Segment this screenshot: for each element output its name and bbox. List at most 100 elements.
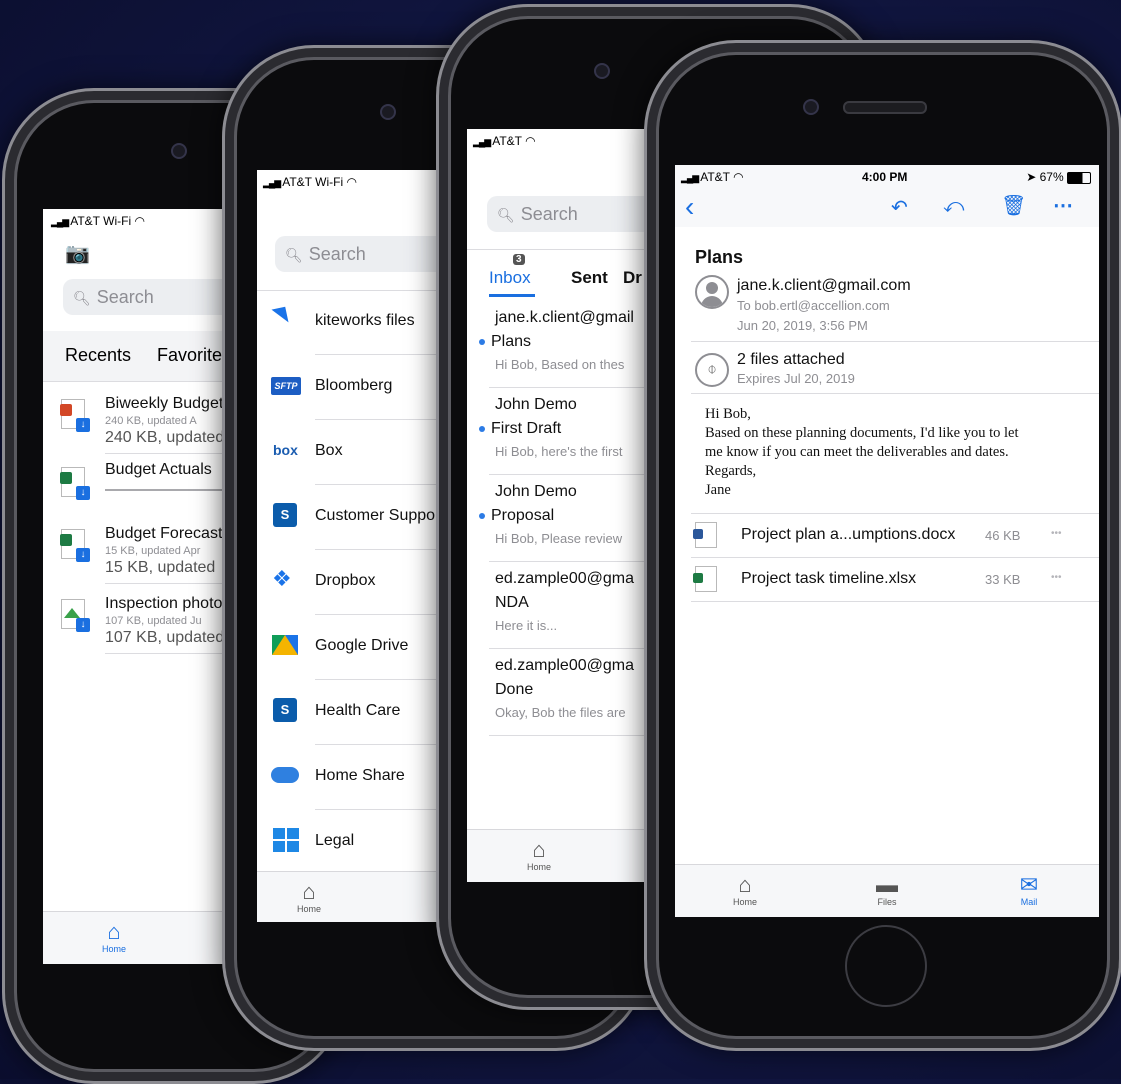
home-icon: ⌂ bbox=[532, 837, 546, 862]
dropbox-icon: ❖ bbox=[272, 566, 292, 591]
unread-dot bbox=[479, 512, 485, 519]
sharepoint-icon: S bbox=[273, 503, 297, 527]
back-chevron-icon[interactable]: ‹ bbox=[685, 191, 694, 223]
screen: ▂▄▆ AT&T Wi-Fi ◠ 🔍︎ Search kiteworks files… bbox=[257, 170, 437, 922]
expiry-date: Expires Jul 20, 2019 bbox=[737, 371, 855, 386]
search-icon: 🔍︎ bbox=[497, 207, 515, 223]
unread-dot bbox=[479, 338, 485, 345]
tab-home[interactable]: ⌂ Home bbox=[723, 872, 767, 908]
sharepoint-icon: S bbox=[273, 698, 297, 722]
tab-files[interactable]: ▬ Files bbox=[865, 872, 909, 908]
screen: ▂▄▆ AT&T ◠ 4:00 PM ➤ 67% ‹ ↶ ⤺ 🗑︎ ⋯ Plans… bbox=[675, 165, 1099, 917]
front-camera bbox=[803, 99, 819, 115]
home-icon: ⌂ bbox=[107, 919, 121, 944]
wifi-icon: ◠ bbox=[733, 170, 744, 184]
attachment-count[interactable]: 2 files attached bbox=[737, 351, 845, 369]
mail-subject: Plans bbox=[695, 247, 744, 267]
list-item[interactable]: S Customer Support bbox=[257, 485, 437, 550]
tab-home[interactable]: ⌂ Home bbox=[287, 879, 331, 915]
avatar bbox=[695, 275, 729, 309]
reply-icon[interactable]: ↶ bbox=[891, 195, 908, 220]
message-row[interactable]: jane.k.client@gmail Plans Hi Bob, Based … bbox=[467, 301, 647, 388]
recipient: To bob.ertl@accellion.com bbox=[737, 298, 890, 313]
image-file-icon: ↓ bbox=[61, 599, 90, 632]
signal-icon: ▂▄▆ bbox=[51, 217, 69, 227]
tab-recents[interactable]: Recents bbox=[65, 345, 131, 366]
attachment-row[interactable]: Project task timeline.xlsx 33 KB ••• bbox=[675, 558, 1099, 602]
more-icon[interactable]: ••• bbox=[1051, 528, 1062, 539]
location-icon: ➤ bbox=[1026, 170, 1037, 184]
list-item[interactable]: Home Share bbox=[257, 745, 437, 810]
tab-home[interactable]: ⌂ Home bbox=[93, 919, 135, 955]
wifi-icon: ◠ bbox=[346, 175, 357, 189]
kiteworks-icon bbox=[271, 306, 289, 326]
box-icon: box bbox=[273, 442, 298, 458]
front-camera bbox=[594, 63, 610, 79]
list-item[interactable]: S Health Care bbox=[257, 680, 437, 745]
trash-icon[interactable]: 🗑︎ bbox=[1001, 193, 1026, 218]
tab-drafts[interactable]: Dr bbox=[623, 268, 642, 288]
wifi-icon: ◠ bbox=[525, 134, 536, 148]
message-row[interactable]: ed.zample00@gma Done Okay, Bob the files… bbox=[467, 649, 647, 736]
list-item[interactable]: Legal bbox=[257, 810, 437, 875]
tab-home[interactable]: ⌂ Home bbox=[517, 837, 561, 873]
windows-icon bbox=[273, 828, 299, 852]
tab-favorites[interactable]: Favorites bbox=[157, 345, 231, 366]
search-input[interactable]: 🔍︎ Search bbox=[275, 236, 437, 272]
status-bar: ▂▄▆ AT&T ◠ 4:00 PM ➤ 67% bbox=[675, 165, 1099, 189]
list-item[interactable]: ❖ Dropbox bbox=[257, 550, 437, 615]
message-row[interactable]: John Demo First Draft Hi Bob, here's the… bbox=[467, 388, 647, 475]
mail-body: Hi Bob, Based on these planning document… bbox=[705, 406, 1019, 498]
excel-file-icon: ↓ bbox=[60, 529, 90, 562]
signal-icon: ▂▄▆ bbox=[473, 137, 491, 147]
folder-icon: ▬ bbox=[876, 872, 898, 897]
sender-email[interactable]: jane.k.client@gmail.com bbox=[737, 277, 911, 295]
home-icon: ⌂ bbox=[738, 872, 752, 897]
tab-bar: ⌂ Home bbox=[257, 871, 437, 922]
battery-icon bbox=[1067, 171, 1091, 184]
excel-file-icon bbox=[693, 566, 717, 592]
home-button[interactable] bbox=[845, 925, 927, 1007]
tab-mail[interactable]: ✉ Mail bbox=[1007, 872, 1051, 908]
message-row[interactable]: ed.zample00@gma NDA Here it is... bbox=[467, 562, 647, 649]
mail-tabs: Inbox 3 Sent Dr bbox=[467, 249, 647, 300]
front-camera bbox=[171, 143, 187, 159]
word-file-icon bbox=[693, 522, 717, 548]
status-bar: ▂▄▆ AT&T Wi-Fi ◠ bbox=[263, 175, 357, 189]
home-icon: ⌂ bbox=[302, 879, 316, 904]
paperclip-icon: ⌽ bbox=[695, 353, 729, 387]
signal-icon: ▂▄▆ bbox=[263, 178, 281, 188]
unread-count-badge: 3 bbox=[513, 254, 525, 265]
status-bar: ▂▄▆ AT&T ◠ bbox=[473, 134, 536, 148]
attachment-row[interactable]: Project plan a...umptions.docx 46 KB ••• bbox=[675, 514, 1099, 558]
envelope-icon: ✉ bbox=[1019, 872, 1039, 897]
list-item[interactable]: Google Drive bbox=[257, 615, 437, 680]
search-icon: 🔍︎ bbox=[73, 290, 91, 306]
screen: ▂▄▆ AT&T ◠ 🔍︎ Search Inbox 3 Sent Dr jane.… bbox=[467, 129, 647, 882]
unread-dot bbox=[479, 425, 485, 432]
active-tab-indicator bbox=[489, 294, 535, 297]
tab-sent[interactable]: Sent bbox=[571, 268, 608, 288]
list-item[interactable]: kiteworks files bbox=[257, 290, 437, 355]
tab-bar: ⌂ Home bbox=[467, 829, 647, 882]
search-input[interactable]: 🔍︎ Search bbox=[487, 196, 647, 232]
list-item[interactable]: box Box bbox=[257, 420, 437, 485]
more-icon[interactable]: ••• bbox=[1051, 572, 1062, 583]
front-camera bbox=[380, 104, 396, 120]
earpiece-speaker bbox=[843, 101, 927, 114]
sftp-icon: SFTP bbox=[271, 377, 301, 395]
message-row[interactable]: John Demo Proposal Hi Bob, Please review bbox=[467, 475, 647, 562]
cloud-icon bbox=[271, 767, 299, 783]
tab-bar: ⌂ Home ▬ Files ✉ Mail bbox=[675, 864, 1099, 917]
list-item[interactable]: SFTP Bloomberg bbox=[257, 355, 437, 420]
signal-icon: ▂▄▆ bbox=[681, 173, 699, 183]
search-icon: 🔍︎ bbox=[285, 247, 303, 263]
reply-all-icon[interactable]: ⤺ bbox=[943, 195, 964, 218]
more-icon[interactable]: ⋯ bbox=[1053, 193, 1073, 218]
excel-file-icon: ↓ bbox=[60, 467, 90, 500]
sent-date: Jun 20, 2019, 3:56 PM bbox=[737, 318, 868, 333]
google-drive-icon bbox=[272, 635, 298, 655]
tab-inbox[interactable]: Inbox bbox=[489, 268, 531, 288]
phone-mail-detail: ▂▄▆ AT&T ◠ 4:00 PM ➤ 67% ‹ ↶ ⤺ 🗑︎ ⋯ Plans… bbox=[644, 40, 1121, 1051]
camera-icon[interactable]: 📷 bbox=[65, 241, 90, 266]
